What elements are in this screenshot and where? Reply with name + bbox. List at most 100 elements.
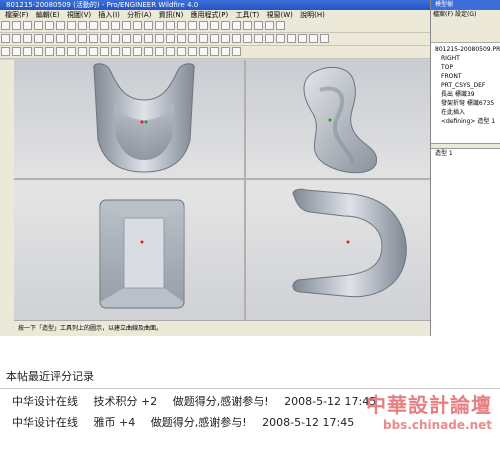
toolbar-button[interactable] xyxy=(45,21,54,30)
toolbar-button[interactable] xyxy=(254,21,263,30)
toolbar-button[interactable] xyxy=(34,47,43,56)
menu-item-info[interactable]: 資訊(N) xyxy=(159,11,184,19)
toolbar-button[interactable] xyxy=(243,34,252,43)
toolbar-button[interactable] xyxy=(265,34,274,43)
toolbar-button[interactable] xyxy=(177,34,186,43)
toolbar-button[interactable] xyxy=(78,34,87,43)
toolbar-button[interactable] xyxy=(67,34,76,43)
menu-item-insert[interactable]: 插入(I) xyxy=(98,11,120,19)
toolbar-button[interactable] xyxy=(111,21,120,30)
rating-user[interactable]: 中华设计在线 xyxy=(12,395,78,408)
toolbar-button[interactable] xyxy=(155,21,164,30)
toolbar-button[interactable] xyxy=(56,47,65,56)
rating-user[interactable]: 中华设计在线 xyxy=(12,416,78,429)
toolbar-button[interactable] xyxy=(166,34,175,43)
model-view-bottom-right[interactable] xyxy=(292,188,407,298)
toolbar-button[interactable] xyxy=(309,34,318,43)
toolbar-button[interactable] xyxy=(155,34,164,43)
tree-item-csys[interactable]: PRT_CSYS_DEF xyxy=(435,81,500,90)
menu-item-applications[interactable]: 應用程式(P) xyxy=(191,11,229,19)
tree-item-extrude[interactable]: 長出 標識39 xyxy=(435,90,500,99)
toolbar-button[interactable] xyxy=(34,34,43,43)
model-view-top-right[interactable] xyxy=(303,66,378,174)
toolbar-button[interactable] xyxy=(111,47,120,56)
toolbar-button[interactable] xyxy=(210,47,219,56)
toolbar-button[interactable] xyxy=(265,21,274,30)
model-view-bottom-left[interactable] xyxy=(99,199,185,309)
menu-item-window[interactable]: 視窗(W) xyxy=(266,11,292,19)
toolbar-button[interactable] xyxy=(188,21,197,30)
toolbar-button[interactable] xyxy=(133,47,142,56)
toolbar-button[interactable] xyxy=(166,21,175,30)
toolbar-button[interactable] xyxy=(89,47,98,56)
toolbar-button[interactable] xyxy=(177,21,186,30)
toolbar-button[interactable] xyxy=(210,21,219,30)
toolbar-button[interactable] xyxy=(166,47,175,56)
toolbar-button[interactable] xyxy=(12,34,21,43)
menu-item-tools[interactable]: 工具(T) xyxy=(235,11,259,19)
toolbar-button[interactable] xyxy=(320,34,329,43)
toolbar-button[interactable] xyxy=(1,47,10,56)
toolbar-button[interactable] xyxy=(45,34,54,43)
toolbar-button[interactable] xyxy=(298,34,307,43)
toolbar-button[interactable] xyxy=(78,21,87,30)
tree-item-right[interactable]: RIGHT xyxy=(435,54,500,63)
menu-item-edit[interactable]: 編輯(E) xyxy=(36,11,60,19)
toolbar-button[interactable] xyxy=(23,34,32,43)
toolbar-button[interactable] xyxy=(1,21,10,30)
toolbar-button[interactable] xyxy=(188,34,197,43)
toolbar-button[interactable] xyxy=(78,47,87,56)
toolbar-button[interactable] xyxy=(100,34,109,43)
toolbar-button[interactable] xyxy=(23,47,32,56)
toolbar-button[interactable] xyxy=(144,34,153,43)
style-tree-item[interactable]: 造型 1 xyxy=(431,148,500,157)
tree-item-insert-here[interactable]: 在此插入 xyxy=(435,108,500,117)
toolbar-button[interactable] xyxy=(144,47,153,56)
menu-item-view[interactable]: 視圖(V) xyxy=(67,11,91,19)
menu-item-file[interactable]: 檔案(F) xyxy=(5,11,29,19)
menu-item-help[interactable]: 說明(H) xyxy=(300,11,325,19)
toolbar-button[interactable] xyxy=(12,21,21,30)
toolbar-button[interactable] xyxy=(188,47,197,56)
toolbar-button[interactable] xyxy=(232,21,241,30)
toolbar-button[interactable] xyxy=(221,47,230,56)
toolbar-button[interactable] xyxy=(111,34,120,43)
tree-item-top[interactable]: TOP xyxy=(435,63,500,72)
toolbar-button[interactable] xyxy=(133,34,142,43)
tree-item-bend[interactable]: 發架折彎 標識6735 xyxy=(435,99,500,108)
toolbar-button[interactable] xyxy=(232,47,241,56)
toolbar-button[interactable] xyxy=(122,21,131,30)
toolbar-button[interactable] xyxy=(199,47,208,56)
toolbar-button[interactable] xyxy=(155,47,164,56)
toolbar-button[interactable] xyxy=(144,21,153,30)
toolbar-button[interactable] xyxy=(23,21,32,30)
toolbar-button[interactable] xyxy=(221,21,230,30)
toolbar-button[interactable] xyxy=(287,34,296,43)
toolbar-button[interactable] xyxy=(177,47,186,56)
toolbar-button[interactable] xyxy=(56,34,65,43)
tree-item-front[interactable]: FRONT xyxy=(435,72,500,81)
tree-item-style[interactable]: <defining> 造型 1 xyxy=(435,117,500,126)
toolbar-button[interactable] xyxy=(199,21,208,30)
toolbar-button[interactable] xyxy=(221,34,230,43)
toolbar-button[interactable] xyxy=(276,21,285,30)
toolbar-button[interactable] xyxy=(89,21,98,30)
toolbar-button[interactable] xyxy=(254,34,263,43)
toolbar-button[interactable] xyxy=(199,34,208,43)
toolbar-button[interactable] xyxy=(232,34,241,43)
toolbar-button[interactable] xyxy=(67,47,76,56)
toolbar-button[interactable] xyxy=(210,34,219,43)
toolbar-button[interactable] xyxy=(276,34,285,43)
model-view-top-left[interactable] xyxy=(93,63,195,173)
toolbar-button[interactable] xyxy=(243,21,252,30)
toolbar-button[interactable] xyxy=(122,34,131,43)
graphics-viewport[interactable] xyxy=(14,60,430,320)
toolbar-button[interactable] xyxy=(122,47,131,56)
menu-item-analysis[interactable]: 分析(A) xyxy=(127,11,151,19)
toolbar-button[interactable] xyxy=(100,21,109,30)
tree-item-part[interactable]: 801215-20080509.PRT xyxy=(435,45,500,54)
toolbar-button[interactable] xyxy=(133,21,142,30)
toolbar-button[interactable] xyxy=(89,34,98,43)
toolbar-button[interactable] xyxy=(100,47,109,56)
toolbar-button[interactable] xyxy=(1,34,10,43)
